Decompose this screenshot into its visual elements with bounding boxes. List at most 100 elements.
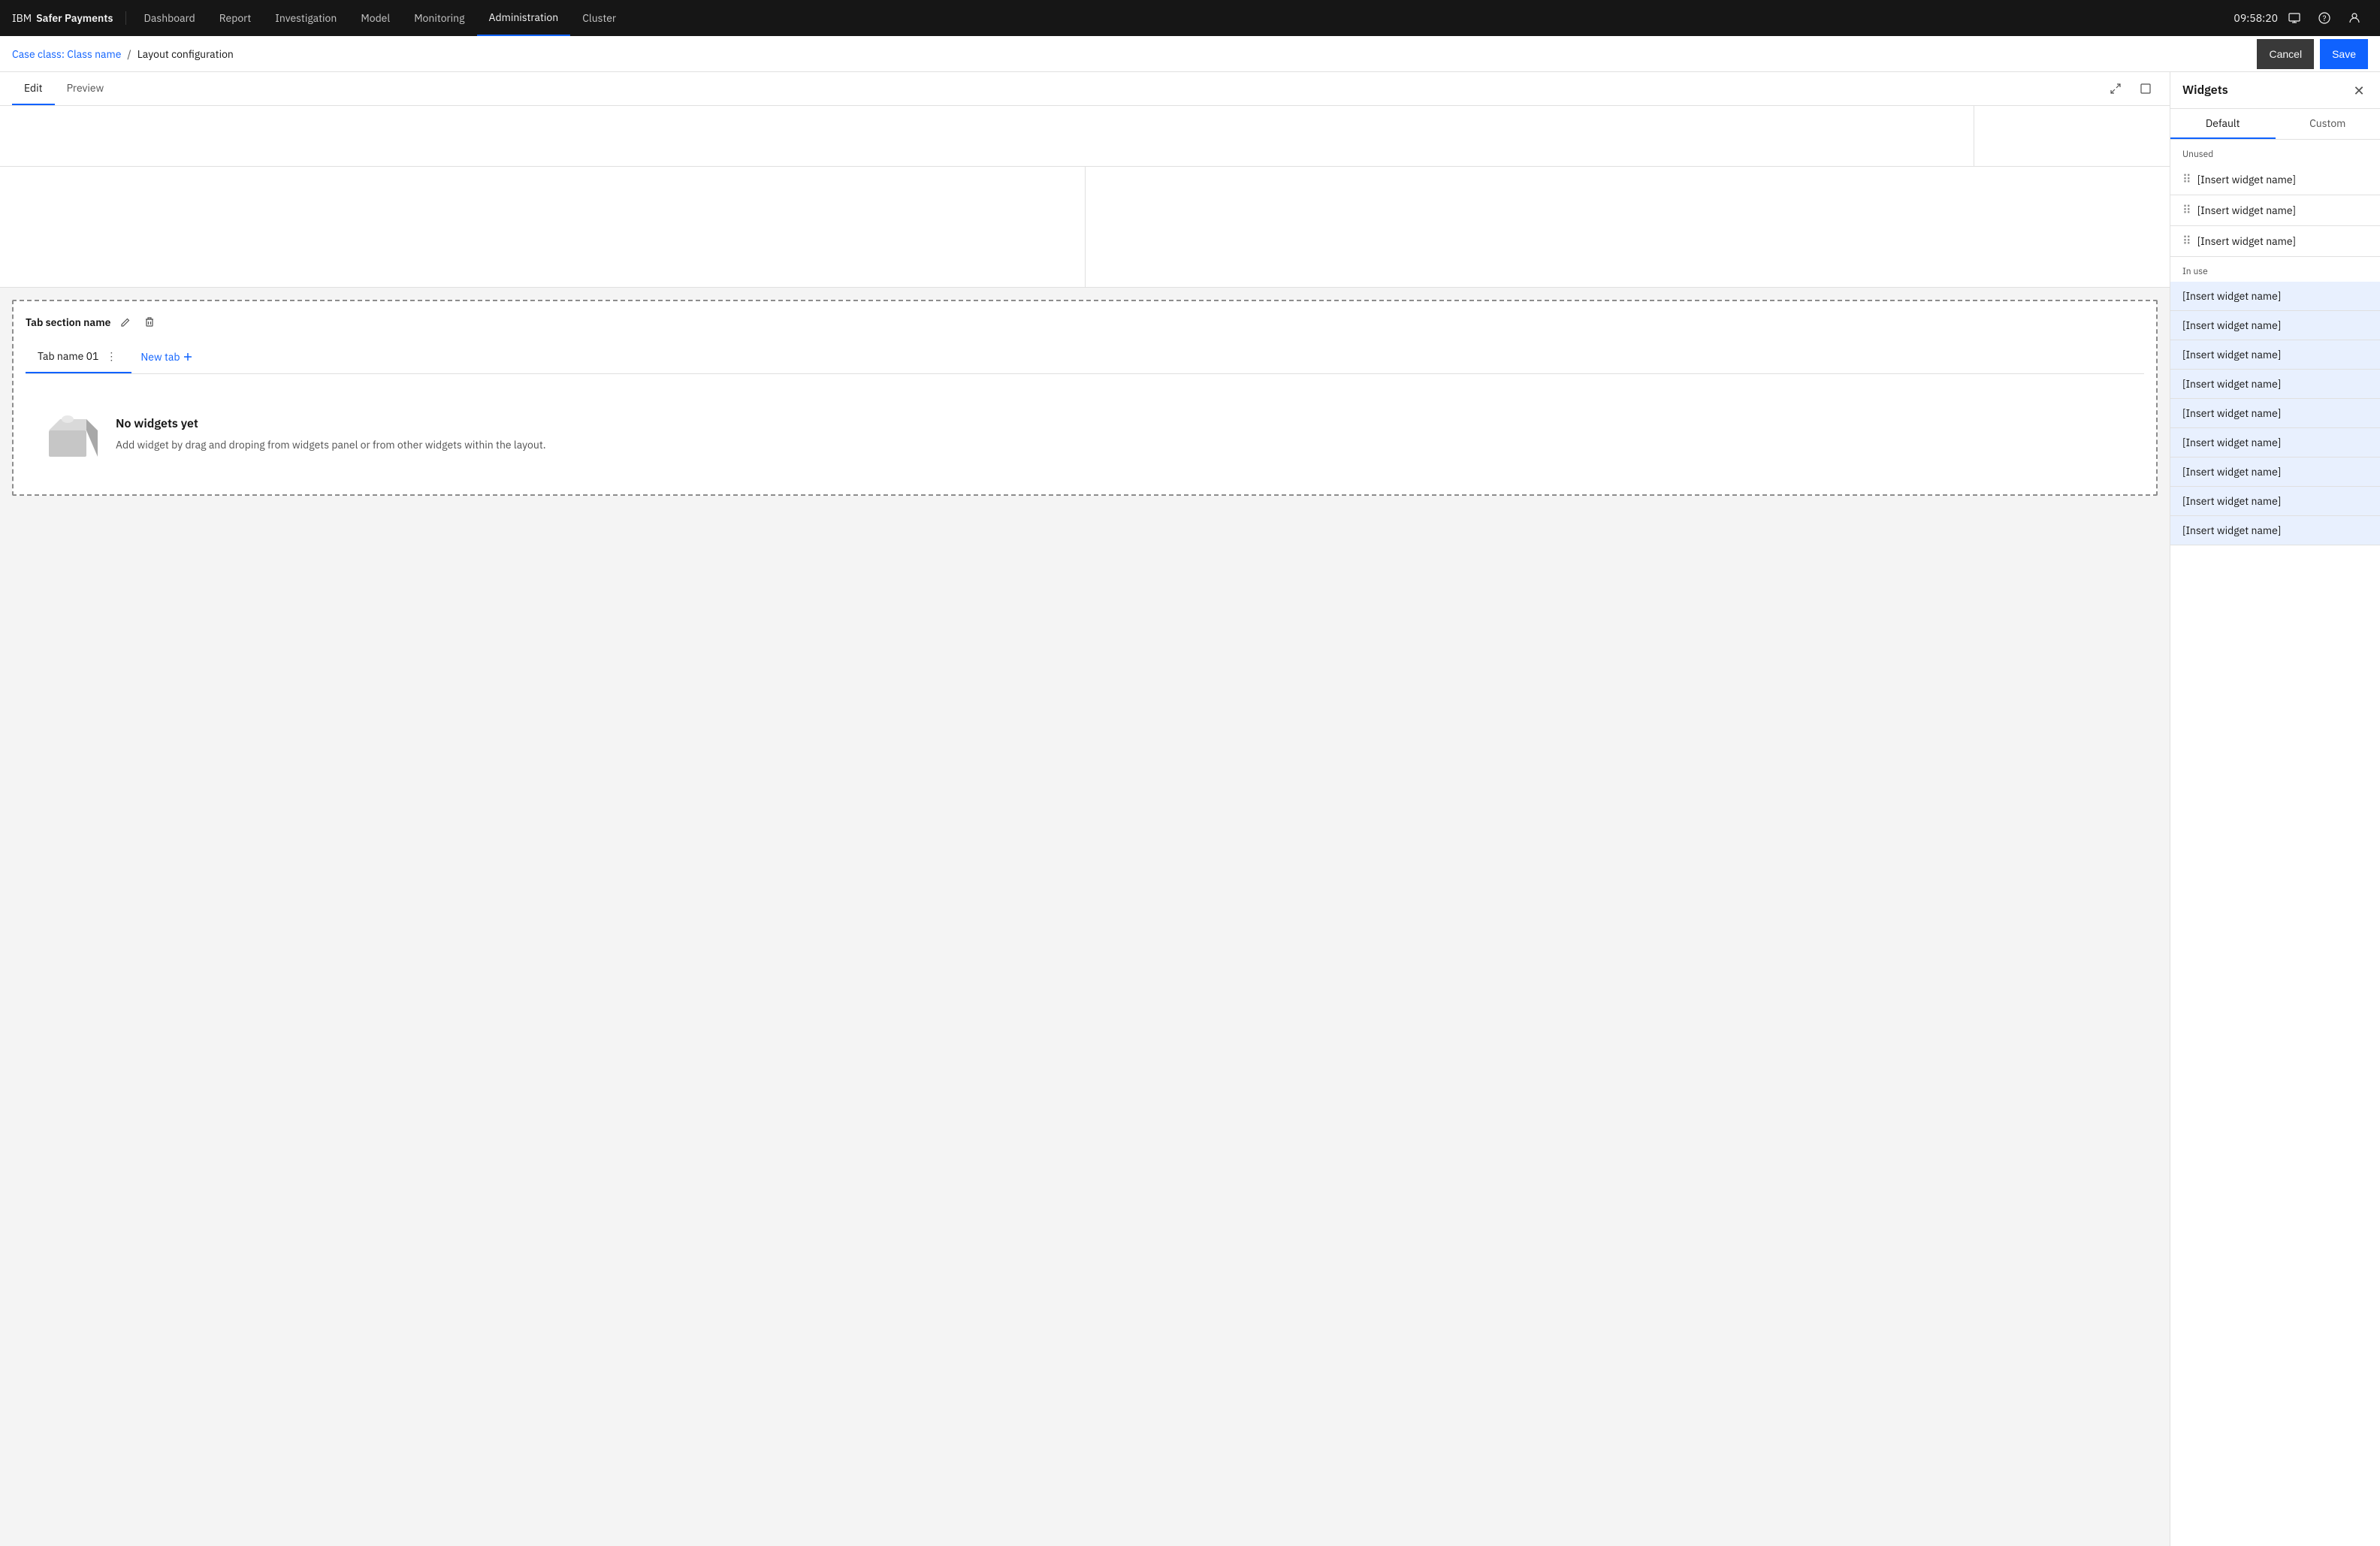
breadcrumb-actions: Cancel Save bbox=[2257, 39, 2368, 69]
widgets-panel: Widgets ✕ Default Custom Unused ⠿ [Inser… bbox=[2170, 72, 2380, 1546]
inuse-widget-4-label: [Insert widget name] bbox=[2182, 377, 2281, 391]
tab-edit[interactable]: Edit bbox=[12, 72, 55, 105]
top-row bbox=[0, 106, 2170, 167]
main-layout: Edit Preview bbox=[0, 72, 2380, 1546]
delete-section-button[interactable] bbox=[140, 313, 159, 331]
svg-text:?: ? bbox=[2323, 14, 2327, 23]
edit-preview-tabs: Edit Preview bbox=[0, 72, 2170, 106]
breadcrumb-separator: / bbox=[127, 47, 131, 61]
widgets-body: Unused ⠿ [Insert widget name] ⠿ [Insert … bbox=[2170, 140, 2380, 1546]
inuse-widget-3[interactable]: [Insert widget name] bbox=[2170, 340, 2380, 370]
empty-state-icon bbox=[38, 404, 98, 464]
empty-state-text: No widgets yet Add widget by drag and dr… bbox=[116, 416, 546, 453]
edit-tab-list: Edit Preview bbox=[12, 72, 116, 105]
nav-item-cluster[interactable]: Cluster bbox=[570, 0, 628, 36]
nav-item-model[interactable]: Model bbox=[349, 0, 402, 36]
inuse-widget-2-label: [Insert widget name] bbox=[2182, 319, 2281, 332]
save-button[interactable]: Save bbox=[2320, 39, 2368, 69]
fullscreen-icon bbox=[2140, 83, 2152, 95]
middle-widget-right bbox=[1086, 167, 2170, 287]
inuse-widget-8-label: [Insert widget name] bbox=[2182, 494, 2281, 508]
breadcrumb-link[interactable]: Case class: Class name bbox=[12, 47, 121, 61]
unused-widget-3[interactable]: ⠿ [Insert widget name] bbox=[2170, 226, 2380, 257]
ibm-label: IBM bbox=[12, 11, 32, 25]
unused-widget-1[interactable]: ⠿ [Insert widget name] bbox=[2170, 165, 2380, 195]
drag-handle-icon: ⠿ bbox=[2182, 234, 2191, 249]
middle-row bbox=[0, 167, 2170, 288]
help-icon: ? bbox=[2318, 12, 2330, 24]
tab-section-name: Tab section name bbox=[26, 316, 110, 329]
middle-widget-left bbox=[0, 167, 1086, 287]
close-widgets-panel-button[interactable]: ✕ bbox=[2350, 81, 2368, 99]
cancel-button[interactable]: Cancel bbox=[2257, 39, 2314, 69]
nav-right: 09:58:20 ? bbox=[2234, 5, 2368, 32]
inuse-section-label: In use bbox=[2170, 257, 2380, 282]
inuse-widget-1[interactable]: [Insert widget name] bbox=[2170, 282, 2380, 311]
help-icon-button[interactable]: ? bbox=[2311, 5, 2338, 32]
display-icon bbox=[2288, 12, 2300, 24]
edit-tab-icons bbox=[2104, 77, 2158, 101]
empty-state-title: No widgets yet bbox=[116, 416, 546, 431]
tab-preview[interactable]: Preview bbox=[55, 72, 116, 105]
section-tab-more-button[interactable]: ⋮ bbox=[103, 346, 119, 366]
section-tab-01-label: Tab name 01 bbox=[38, 349, 98, 363]
nav-items: Dashboard Report Investigation Model Mon… bbox=[126, 0, 2234, 36]
fullscreen-icon-button[interactable] bbox=[2134, 77, 2158, 101]
expand-icon-button[interactable] bbox=[2104, 77, 2128, 101]
section-tab-01[interactable]: Tab name 01 ⋮ bbox=[26, 340, 131, 373]
widgets-tab-default[interactable]: Default bbox=[2170, 109, 2276, 139]
expand-icon bbox=[2110, 83, 2122, 95]
unused-section-label: Unused bbox=[2170, 140, 2380, 165]
widgets-tabs: Default Custom bbox=[2170, 109, 2380, 140]
clock-display: 09:58:20 bbox=[2234, 11, 2278, 25]
edit-section-name-button[interactable] bbox=[116, 313, 134, 331]
inuse-widget-4[interactable]: [Insert widget name] bbox=[2170, 370, 2380, 399]
inuse-widget-5[interactable]: [Insert widget name] bbox=[2170, 399, 2380, 428]
drag-handle-icon: ⠿ bbox=[2182, 172, 2191, 187]
new-tab-button[interactable]: New tab bbox=[131, 344, 202, 370]
inuse-widget-1-label: [Insert widget name] bbox=[2182, 289, 2281, 303]
unused-widget-1-label: [Insert widget name] bbox=[2197, 173, 2296, 186]
inuse-widget-7-label: [Insert widget name] bbox=[2182, 465, 2281, 479]
top-navigation: IBM Safer Payments Dashboard Report Inve… bbox=[0, 0, 2380, 36]
widgets-header: Widgets ✕ bbox=[2170, 72, 2380, 109]
top-widget-left bbox=[0, 106, 1974, 166]
trash-icon bbox=[144, 317, 155, 328]
nav-item-investigation[interactable]: Investigation bbox=[263, 0, 349, 36]
inuse-widget-2[interactable]: [Insert widget name] bbox=[2170, 311, 2380, 340]
inuse-widget-8[interactable]: [Insert widget name] bbox=[2170, 487, 2380, 516]
inuse-widget-7[interactable]: [Insert widget name] bbox=[2170, 457, 2380, 487]
brand-logo: IBM Safer Payments bbox=[12, 11, 126, 25]
content-area: Edit Preview bbox=[0, 72, 2170, 1546]
breadcrumb-bar: Case class: Class name / Layout configur… bbox=[0, 36, 2380, 72]
inuse-widget-9[interactable]: [Insert widget name] bbox=[2170, 516, 2380, 545]
tab-section: Tab section name bbox=[12, 300, 2158, 496]
user-icon bbox=[2348, 12, 2360, 24]
inuse-widget-6-label: [Insert widget name] bbox=[2182, 436, 2281, 449]
empty-state-description: Add widget by drag and droping from widg… bbox=[116, 437, 546, 453]
nav-item-dashboard[interactable]: Dashboard bbox=[132, 0, 207, 36]
nav-item-report[interactable]: Report bbox=[207, 0, 264, 36]
canvas-area: Tab section name bbox=[0, 106, 2170, 496]
breadcrumb: Case class: Class name / Layout configur… bbox=[12, 47, 234, 61]
user-icon-button[interactable] bbox=[2341, 5, 2368, 32]
widgets-tab-custom[interactable]: Custom bbox=[2276, 109, 2380, 139]
inuse-widget-5-label: [Insert widget name] bbox=[2182, 406, 2281, 420]
new-tab-label: New tab bbox=[140, 350, 180, 364]
unused-widget-2[interactable]: ⠿ [Insert widget name] bbox=[2170, 195, 2380, 226]
nav-item-administration[interactable]: Administration bbox=[477, 0, 571, 36]
section-tabs: Tab name 01 ⋮ New tab bbox=[26, 340, 2144, 374]
top-widget-right bbox=[1974, 106, 2170, 166]
display-icon-button[interactable] bbox=[2281, 5, 2308, 32]
breadcrumb-current: Layout configuration bbox=[137, 47, 234, 61]
widgets-title: Widgets bbox=[2182, 83, 2228, 98]
inuse-widget-6[interactable]: [Insert widget name] bbox=[2170, 428, 2380, 457]
tab-section-header: Tab section name bbox=[26, 313, 2144, 331]
inuse-widget-3-label: [Insert widget name] bbox=[2182, 348, 2281, 361]
edit-icon bbox=[120, 317, 131, 328]
unused-widget-2-label: [Insert widget name] bbox=[2197, 204, 2296, 217]
empty-state: No widgets yet Add widget by drag and dr… bbox=[26, 386, 2144, 482]
nav-item-monitoring[interactable]: Monitoring bbox=[402, 0, 476, 36]
add-icon bbox=[183, 352, 193, 362]
unused-widget-3-label: [Insert widget name] bbox=[2197, 234, 2296, 248]
